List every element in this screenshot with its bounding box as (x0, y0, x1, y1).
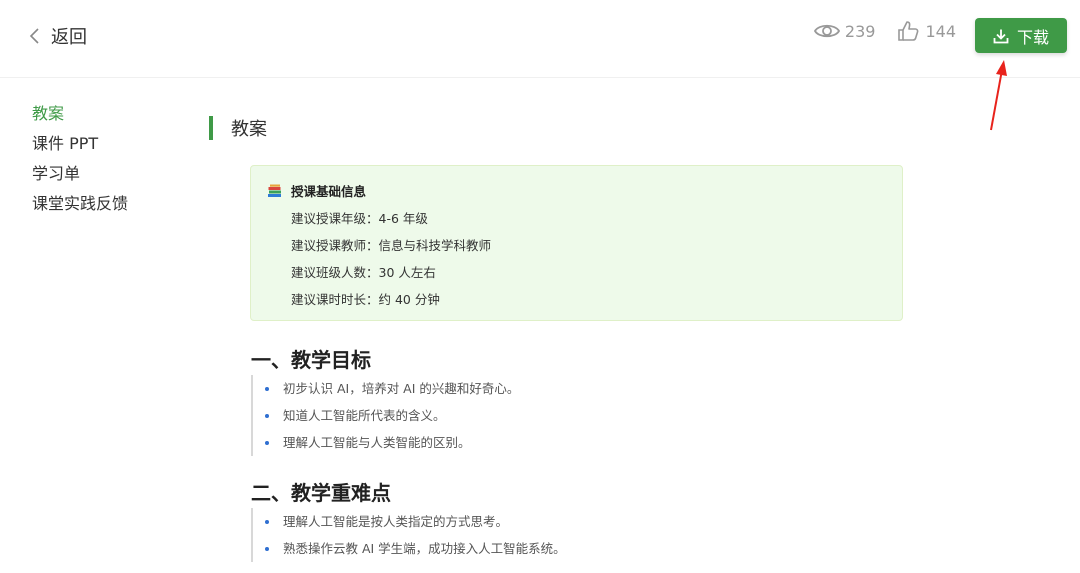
books-icon (268, 184, 281, 197)
basic-info-box: 授课基础信息 建议授课年级：4-6 年级 建议授课教师：信息与科技学科教师 建议… (250, 165, 903, 321)
list-item-text: 理解人工智能与人类智能的区别。 (283, 435, 471, 450)
section-title: 教案 (209, 116, 267, 140)
key-points-list: 理解人工智能是按人类指定的方式思考。 熟悉操作云教 AI 学生端，成功接入人工智… (251, 508, 566, 562)
bullet-icon (265, 519, 269, 524)
list-item: 理解人工智能是按人类指定的方式思考。 (265, 508, 566, 535)
bullet-icon (265, 413, 269, 418)
goals-heading: 一、教学目标 (251, 348, 371, 372)
download-button[interactable]: 下载 (975, 18, 1067, 53)
section-title-text: 教案 (231, 119, 267, 140)
info-line-grade: 建议授课年级：4-6 年级 (291, 211, 428, 226)
bullet-icon (265, 546, 269, 551)
list-item: 初步认识 AI，培养对 AI 的兴趣和好奇心。 (265, 375, 519, 402)
list-item: 理解人工智能与人类智能的区别。 (265, 429, 519, 456)
info-title: 授课基础信息 (291, 184, 367, 199)
list-item-text: 初步认识 AI，培养对 AI 的兴趣和好奇心。 (283, 381, 520, 396)
section-accent-bar (209, 116, 213, 140)
stats-group: 239 144 (813, 20, 956, 42)
back-button[interactable]: 返回 (28, 22, 87, 50)
list-item: 知道人工智能所代表的含义。 (265, 402, 519, 429)
info-line-duration: 建议课时时长：约 40 分钟 (291, 292, 440, 307)
bullet-icon (265, 440, 269, 445)
list-item-text: 知道人工智能所代表的含义。 (283, 408, 446, 423)
info-line-teacher: 建议授课教师：信息与科技学科教师 (291, 238, 492, 253)
top-bar: 返回 239 144 下载 (0, 0, 1080, 78)
like-count-value: 144 (925, 21, 956, 41)
sidebar-item-feedback[interactable]: 课堂实践反馈 (32, 194, 128, 214)
bullet-icon (265, 386, 269, 391)
back-label: 返回 (51, 27, 87, 48)
download-icon (993, 29, 1009, 43)
view-count: 239 (813, 21, 876, 41)
key-points-heading: 二、教学重难点 (251, 481, 391, 505)
view-count-value: 239 (844, 21, 876, 41)
thumbs-up-icon (898, 21, 919, 41)
goals-list: 初步认识 AI，培养对 AI 的兴趣和好奇心。 知道人工智能所代表的含义。 理解… (251, 375, 519, 456)
sidebar-item-worksheet[interactable]: 学习单 (32, 164, 128, 184)
sidebar-item-courseware-ppt[interactable]: 课件 PPT (32, 134, 128, 154)
list-item-text: 熟悉操作云教 AI 学生端，成功接入人工智能系统。 (283, 541, 566, 556)
list-item: 熟悉操作云教 AI 学生端，成功接入人工智能系统。 (265, 535, 566, 562)
sidebar-item-lesson-plan[interactable]: 教案 (32, 104, 128, 124)
chevron-left-icon (29, 28, 39, 44)
info-header: 授课基础信息 (267, 181, 366, 200)
eye-icon (813, 24, 840, 38)
list-item-text: 理解人工智能是按人类指定的方式思考。 (283, 514, 509, 529)
info-line-class-size: 建议班级人数：30 人左右 (291, 265, 436, 280)
like-count[interactable]: 144 (897, 20, 956, 42)
download-label: 下载 (1016, 27, 1049, 47)
sidebar-nav: 教案 课件 PPT 学习单 课堂实践反馈 (32, 104, 128, 224)
